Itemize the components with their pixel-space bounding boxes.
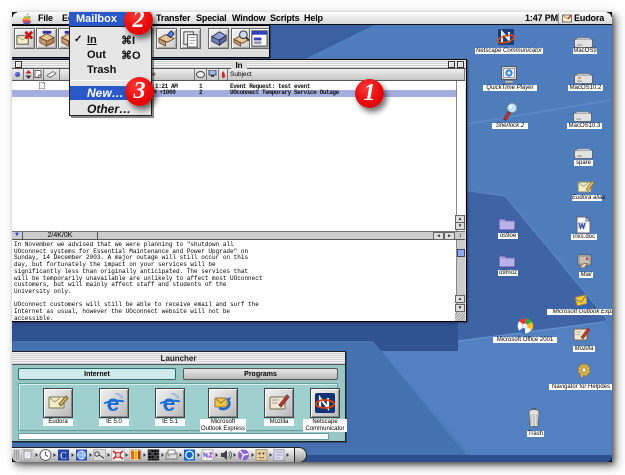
svg-text:C: C — [60, 451, 67, 462]
